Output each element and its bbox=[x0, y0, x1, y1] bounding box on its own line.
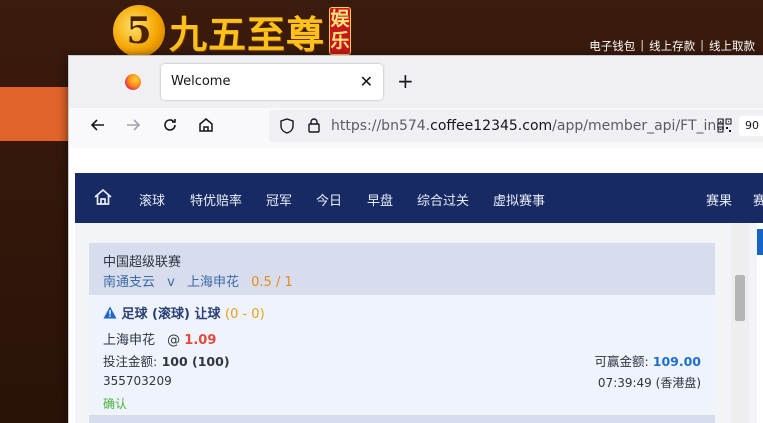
next-card bbox=[89, 415, 715, 423]
top-nav-deposit[interactable]: 线上存款 bbox=[649, 38, 695, 54]
divider: | bbox=[640, 38, 645, 52]
nav-more[interactable]: 赛 bbox=[753, 190, 763, 209]
nav-special-odds[interactable]: 特优赔率 bbox=[190, 190, 242, 209]
url-bar[interactable]: https://bn574.coffee12345.com/app/member… bbox=[269, 110, 763, 142]
top-nav: 电子钱包 | 线上存款 | 线上取款 bbox=[589, 38, 755, 54]
home-team: 南通支云 bbox=[103, 275, 156, 290]
divider: | bbox=[700, 38, 704, 52]
nav-today[interactable]: 今日 bbox=[316, 190, 342, 209]
stake-label: 投注金额: bbox=[103, 354, 158, 369]
stake: 投注金额: 100 (100) bbox=[103, 351, 230, 370]
bet-details: 足球 (滚球) 让球 (0 - 0) 上海申花 @ 1.09 投注金额: 100… bbox=[89, 295, 715, 413]
away-team: 上海申花 bbox=[187, 275, 240, 290]
stake-value: 100 (100) bbox=[161, 354, 230, 369]
versus: v bbox=[167, 275, 175, 290]
scroll-thumb[interactable] bbox=[735, 275, 745, 321]
browser-window: Welcome ✕ + https://bn574.coffee12345.co… bbox=[68, 55, 763, 423]
navigation-bar: https://bn574.coffee12345.com/app/member… bbox=[69, 108, 763, 148]
bet-time: 07:39:49 (香港盘) bbox=[597, 376, 701, 390]
tab-title: Welcome bbox=[171, 74, 231, 89]
logo-badge: 娱乐 bbox=[329, 7, 352, 55]
logo-text: 九五至尊 bbox=[169, 11, 326, 57]
top-nav-wallet[interactable]: 电子钱包 bbox=[589, 38, 635, 54]
forward-icon[interactable] bbox=[124, 116, 142, 139]
nav-in-play[interactable]: 滚球 bbox=[139, 190, 165, 209]
nav-outright[interactable]: 冠军 bbox=[266, 190, 292, 209]
scrollbar[interactable] bbox=[731, 223, 749, 423]
tab-welcome[interactable]: Welcome ✕ bbox=[161, 64, 383, 100]
warning-icon bbox=[103, 306, 122, 322]
qr-code-icon[interactable] bbox=[717, 118, 732, 137]
ticket-id: 355703209 bbox=[103, 374, 172, 388]
home-icon[interactable] bbox=[197, 116, 215, 139]
site-logo[interactable]: 5 九五至尊 娱乐 bbox=[113, 5, 352, 57]
selection: 上海申花 @ 1.09 bbox=[103, 329, 216, 348]
bet-slip-area: 中国超级联赛 南通支云 v 上海申花 0.5 / 1 足球 (滚球) 让球 (0… bbox=[75, 223, 763, 423]
reload-icon[interactable] bbox=[161, 116, 179, 139]
bet-title: 足球 (滚球) 让球 (0 - 0) bbox=[103, 303, 265, 322]
site-nav: 滚球 特优赔率 冠军 今日 早盘 综合过关 虚拟赛事 赛果 赛 bbox=[75, 173, 763, 223]
league-name: 中国超级联赛 bbox=[103, 255, 182, 270]
nav-parlay[interactable]: 综合过关 bbox=[417, 190, 469, 209]
page-viewport: 滚球 特优赔率 冠军 今日 早盘 综合过关 虚拟赛事 赛果 赛 中国超级联赛 南… bbox=[69, 148, 763, 423]
nav-early[interactable]: 早盘 bbox=[367, 190, 393, 209]
zoom-level[interactable]: 90 bbox=[739, 116, 763, 136]
right-sidebar bbox=[757, 223, 763, 423]
url-text: https://bn574.coffee12345.com/app/member… bbox=[331, 118, 726, 134]
win-label: 可赢金额: bbox=[594, 354, 649, 369]
match-header: 中国超级联赛 南通支云 v 上海申花 0.5 / 1 bbox=[89, 243, 715, 295]
pick-team: 上海申花 bbox=[103, 333, 156, 348]
bet-type: 足球 (滚球) 让球 bbox=[121, 307, 221, 322]
close-icon[interactable]: ✕ bbox=[360, 72, 373, 91]
lock-icon[interactable] bbox=[307, 117, 321, 137]
score: (0 - 0) bbox=[225, 307, 265, 322]
win-value: 109.00 bbox=[652, 354, 701, 369]
handicap: 0.5 / 1 bbox=[251, 275, 293, 290]
firefox-icon[interactable] bbox=[125, 74, 141, 90]
status-badge: 确认 bbox=[103, 397, 128, 411]
sidebar-button[interactable] bbox=[757, 229, 763, 255]
shield-icon[interactable] bbox=[279, 118, 295, 138]
top-nav-withdraw[interactable]: 线上取款 bbox=[709, 38, 755, 54]
match-teams: 南通支云 v 上海申花 0.5 / 1 bbox=[103, 271, 293, 290]
potential-win: 可赢金额: 109.00 bbox=[595, 351, 701, 370]
orange-panel bbox=[0, 87, 68, 141]
odds: 1.09 bbox=[184, 333, 217, 348]
nav-results[interactable]: 赛果 bbox=[706, 190, 732, 209]
new-tab-icon[interactable]: + bbox=[397, 69, 414, 93]
back-icon[interactable] bbox=[89, 116, 107, 139]
tab-bar: Welcome ✕ + bbox=[69, 56, 763, 108]
logo-mark: 5 bbox=[113, 5, 165, 57]
nav-virtual[interactable]: 虚拟赛事 bbox=[493, 190, 545, 209]
at-sign: @ bbox=[167, 333, 181, 348]
site-home-icon[interactable] bbox=[93, 187, 113, 211]
